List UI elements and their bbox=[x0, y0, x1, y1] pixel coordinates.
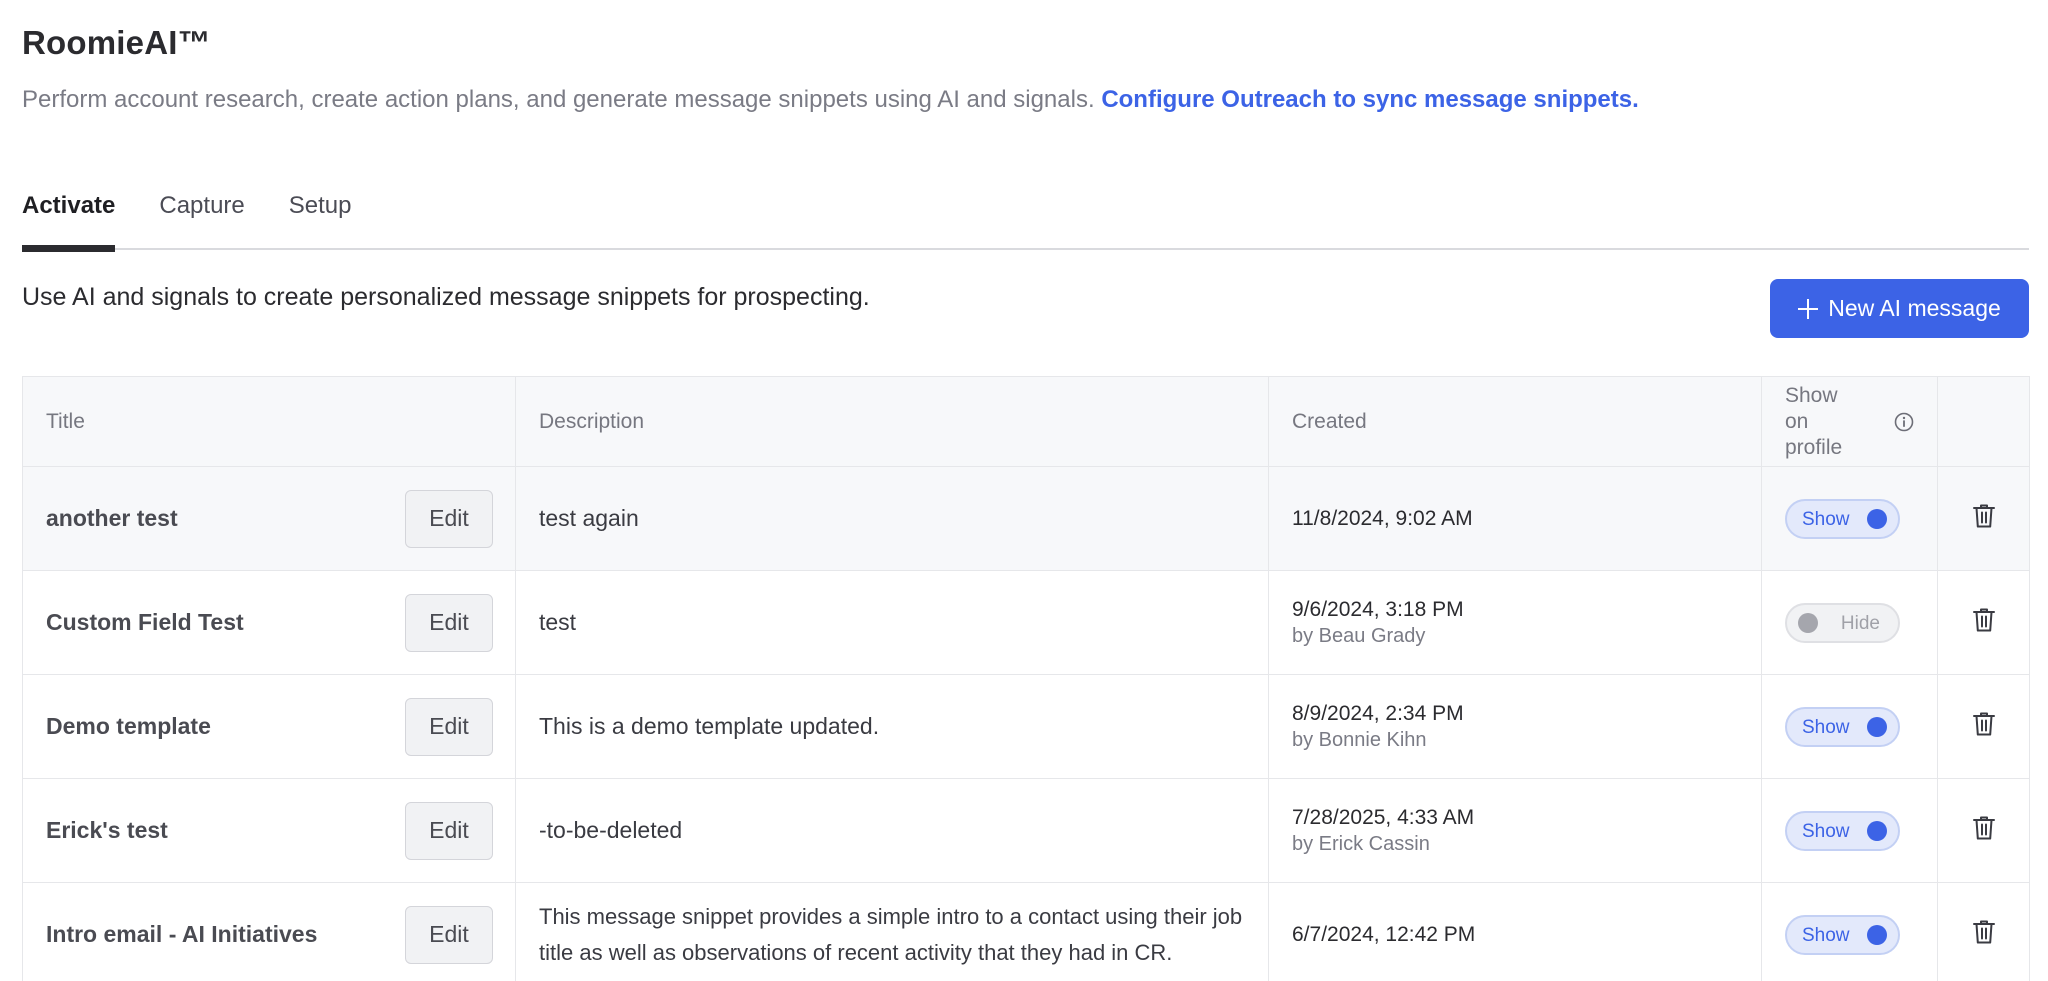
edit-button[interactable]: Edit bbox=[405, 697, 493, 756]
subtitle-text: Perform account research, create action … bbox=[22, 86, 1095, 113]
header-actions bbox=[1937, 376, 2030, 467]
new-ai-message-button[interactable]: New AI message bbox=[1770, 279, 2029, 338]
header-show-line2: on bbox=[1785, 409, 1809, 433]
row-description: test bbox=[515, 570, 1269, 675]
plus-icon bbox=[1798, 298, 1819, 319]
app-subtitle: Perform account research, create action … bbox=[22, 86, 1639, 114]
trash-icon[interactable] bbox=[1972, 607, 1996, 639]
table-row: Custom Field Test Edit test 9/6/2024, 3:… bbox=[22, 570, 2030, 675]
toggle-knob bbox=[1867, 924, 1887, 945]
created-cell: 11/8/2024, 9:02 AM bbox=[1268, 466, 1762, 571]
toggle-label: Show bbox=[1802, 924, 1850, 946]
title-cell: Erick's test Edit bbox=[22, 778, 516, 883]
trash-icon[interactable] bbox=[1972, 503, 1996, 535]
info-icon[interactable] bbox=[1894, 412, 1914, 432]
show-cell: Show bbox=[1761, 882, 1938, 981]
actions-cell bbox=[1937, 466, 2030, 571]
row-title: Custom Field Test bbox=[46, 609, 244, 635]
show-cell: Show bbox=[1761, 674, 1938, 779]
tab-capture[interactable]: Capture bbox=[159, 188, 244, 244]
created-cell: 9/6/2024, 3:18 PM by Beau Grady bbox=[1268, 570, 1762, 675]
header-show-line1: Show bbox=[1785, 383, 1838, 407]
configure-outreach-link[interactable]: Configure Outreach to sync message snipp… bbox=[1101, 86, 1638, 113]
show-toggle[interactable]: Show bbox=[1785, 810, 1900, 851]
show-cell: Show bbox=[1761, 778, 1938, 883]
title-cell: Demo template Edit bbox=[22, 674, 516, 779]
title-cell: another test Edit bbox=[22, 466, 516, 571]
row-description: This message snippet provides a simple i… bbox=[515, 882, 1269, 981]
edit-button[interactable]: Edit bbox=[405, 593, 493, 652]
edit-button[interactable]: Edit bbox=[405, 489, 493, 548]
activate-intro: Use AI and signals to create personalize… bbox=[22, 283, 870, 311]
created-date: 9/6/2024, 3:18 PM bbox=[1292, 597, 1464, 621]
row-title: another test bbox=[46, 505, 178, 531]
tab-activate[interactable]: Activate bbox=[22, 188, 116, 252]
table-row: Demo template Edit This is a demo templa… bbox=[22, 674, 2030, 779]
new-ai-message-label: New AI message bbox=[1828, 295, 2001, 321]
show-cell: Show bbox=[1761, 466, 1938, 571]
hide-toggle[interactable]: Hide bbox=[1785, 602, 1900, 643]
tab-setup[interactable]: Setup bbox=[289, 188, 352, 244]
toggle-label: Show bbox=[1802, 508, 1850, 530]
actions-cell bbox=[1937, 882, 2030, 981]
actions-cell bbox=[1937, 778, 2030, 883]
row-description: This is a demo template updated. bbox=[515, 674, 1269, 779]
created-cell: 6/7/2024, 12:42 PM bbox=[1268, 882, 1762, 981]
messages-table: Title Description Created Show on profil… bbox=[22, 376, 2030, 981]
show-toggle[interactable]: Show bbox=[1785, 498, 1900, 539]
toggle-knob bbox=[1798, 612, 1818, 633]
table-header-row: Title Description Created Show on profil… bbox=[22, 376, 2030, 467]
toggle-label: Hide bbox=[1840, 612, 1880, 634]
created-by: by Bonnie Kihn bbox=[1292, 728, 1427, 751]
created-date: 8/9/2024, 2:34 PM bbox=[1292, 701, 1464, 725]
toggle-label: Show bbox=[1802, 716, 1850, 738]
created-by: by Beau Grady bbox=[1292, 624, 1426, 647]
row-title: Demo template bbox=[46, 713, 211, 739]
row-title: Intro email - AI Initiatives bbox=[46, 921, 318, 947]
header-title[interactable]: Title bbox=[22, 376, 516, 467]
created-date: 11/8/2024, 9:02 AM bbox=[1292, 506, 1473, 530]
tab-bar: Activate Capture Setup bbox=[22, 188, 2029, 252]
edit-button[interactable]: Edit bbox=[405, 801, 493, 860]
created-cell: 8/9/2024, 2:34 PM by Bonnie Kihn bbox=[1268, 674, 1762, 779]
row-description: test again bbox=[515, 466, 1269, 571]
title-cell: Intro email - AI Initiatives Edit bbox=[22, 882, 516, 981]
app-title: RoomieAI™ bbox=[22, 24, 211, 61]
title-cell: Custom Field Test Edit bbox=[22, 570, 516, 675]
table-row: Intro email - AI Initiatives Edit This m… bbox=[22, 882, 2030, 981]
table-row: another test Edit test again 11/8/2024, … bbox=[22, 466, 2030, 571]
row-title: Erick's test bbox=[46, 817, 168, 843]
row-description: -to-be-deleted bbox=[515, 778, 1269, 883]
show-toggle[interactable]: Show bbox=[1785, 914, 1900, 955]
toggle-knob bbox=[1867, 820, 1887, 841]
actions-cell bbox=[1937, 570, 2030, 675]
actions-cell bbox=[1937, 674, 2030, 779]
header-created[interactable]: Created bbox=[1268, 376, 1762, 467]
page: RoomieAI™ Perform account research, crea… bbox=[0, 0, 2048, 981]
toggle-knob bbox=[1867, 508, 1887, 529]
trash-icon[interactable] bbox=[1972, 815, 1996, 847]
trash-icon[interactable] bbox=[1972, 919, 1996, 951]
header-show-on-profile: Show on profile bbox=[1761, 376, 1938, 467]
created-by: by Erick Cassin bbox=[1292, 832, 1430, 855]
created-date: 6/7/2024, 12:42 PM bbox=[1292, 922, 1476, 946]
show-cell: Hide bbox=[1761, 570, 1938, 675]
table-row: Erick's test Edit -to-be-deleted 7/28/20… bbox=[22, 778, 2030, 883]
toggle-label: Show bbox=[1802, 820, 1850, 842]
header-description[interactable]: Description bbox=[515, 376, 1269, 467]
created-date: 7/28/2025, 4:33 AM bbox=[1292, 805, 1475, 829]
show-toggle[interactable]: Show bbox=[1785, 706, 1900, 747]
trash-icon[interactable] bbox=[1972, 711, 1996, 743]
header-show-line3: profile bbox=[1785, 435, 1843, 459]
edit-button[interactable]: Edit bbox=[405, 905, 493, 964]
created-cell: 7/28/2025, 4:33 AM by Erick Cassin bbox=[1268, 778, 1762, 883]
toggle-knob bbox=[1867, 716, 1887, 737]
